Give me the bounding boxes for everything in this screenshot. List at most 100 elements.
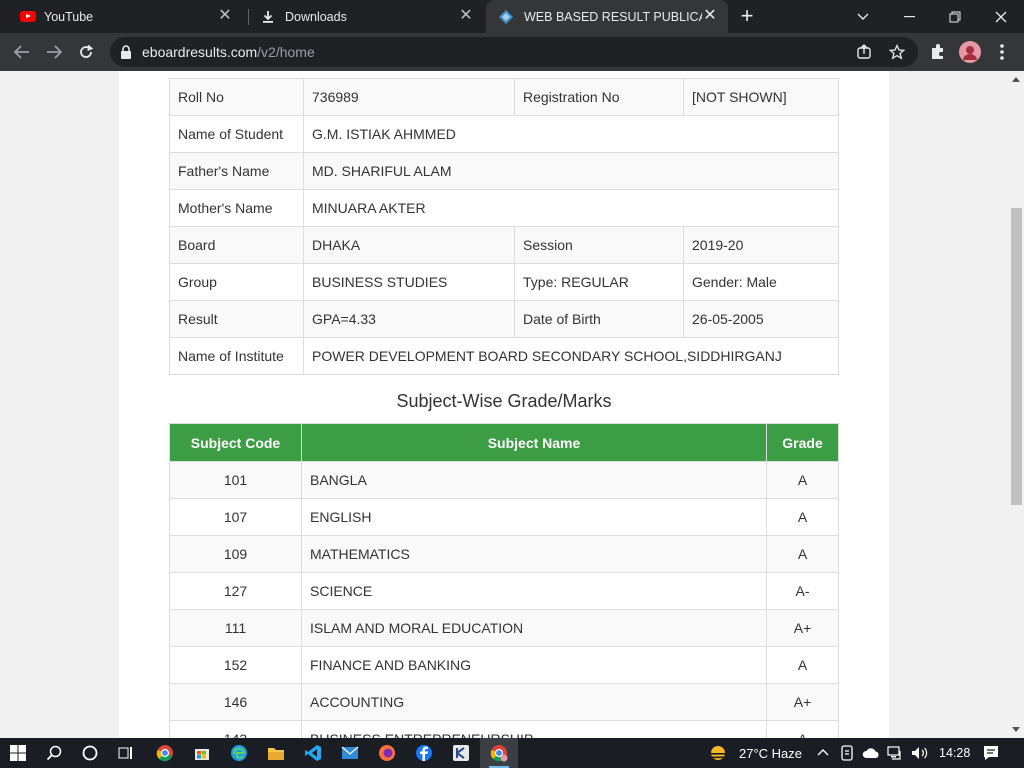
value-gender: Gender: Male <box>683 263 839 301</box>
taskbar-vscode[interactable] <box>303 743 323 763</box>
chrome-icon <box>156 745 173 762</box>
browser-toolbar: eboardresults.com/v2/home <box>0 33 1024 71</box>
subject-code-cell: 127 <box>169 572 302 610</box>
label-group: Group <box>169 263 304 301</box>
weather-text[interactable]: 27°C Haze <box>739 746 802 761</box>
close-tab-icon[interactable]: ✕ <box>458 8 474 24</box>
close-tab-icon[interactable]: ✕ <box>217 8 233 24</box>
youtube-icon <box>20 11 36 22</box>
search-icon <box>46 745 62 761</box>
subject-code-cell: 152 <box>169 646 302 684</box>
share-icon[interactable] <box>856 44 872 60</box>
task-view-button[interactable] <box>116 743 136 763</box>
tab-downloads[interactable]: Downloads ✕ <box>249 0 484 33</box>
search-button[interactable] <box>44 743 64 763</box>
taskbar-facebook[interactable] <box>414 743 434 763</box>
new-tab-button[interactable]: + <box>736 5 758 28</box>
app-icon <box>453 745 469 761</box>
taskbar-app[interactable] <box>451 743 471 763</box>
table-row: 152 FINANCE AND BANKING A <box>169 646 839 684</box>
table-row: Name of Institute POWER DEVELOPMENT BOAR… <box>169 337 839 375</box>
table-row: Roll No 736989 Registration No [NOT SHOW… <box>169 78 839 116</box>
scrollbar-thumb[interactable] <box>1011 208 1022 505</box>
clock-time[interactable]: 14:28 <box>939 746 970 760</box>
store-icon <box>195 749 209 760</box>
cortana-button[interactable] <box>80 743 100 763</box>
value-date-of-birth: 26-05-2005 <box>683 300 839 338</box>
windows-logo-icon <box>10 745 26 761</box>
taskbar-file-explorer[interactable] <box>266 743 286 763</box>
scroll-up-arrow[interactable] <box>1012 77 1020 82</box>
taskbar-mail[interactable] <box>340 743 360 763</box>
pen-workspace-icon[interactable] <box>840 745 854 761</box>
subject-code-cell: 107 <box>169 498 302 536</box>
more-menu-icon[interactable] <box>994 43 1010 61</box>
grade-cell: A <box>766 498 839 536</box>
taskbar-store[interactable] <box>192 743 212 763</box>
reload-button[interactable] <box>75 41 97 63</box>
subject-code-cell: 111 <box>169 609 302 647</box>
table-row: 143BUSINESS ENTREPRENEURSHIPA <box>169 720 839 738</box>
label-board: Board <box>169 226 304 264</box>
label-student-name: Name of Student <box>169 115 304 153</box>
onedrive-cloud-icon[interactable] <box>862 747 880 759</box>
taskbar-firefox[interactable] <box>377 743 397 763</box>
page-scrollbar[interactable] <box>1009 71 1024 738</box>
network-icon[interactable] <box>887 746 903 760</box>
tab-title: YouTube <box>44 9 94 24</box>
taskbar-chrome-active[interactable] <box>480 738 518 768</box>
weather-haze-icon[interactable] <box>708 744 728 762</box>
volume-icon[interactable] <box>911 746 929 760</box>
value-registration-no: [NOT SHOWN] <box>683 78 839 116</box>
tab-youtube[interactable]: YouTube ✕ <box>8 0 243 33</box>
taskbar-chrome[interactable] <box>155 743 175 763</box>
notifications-icon[interactable] <box>983 745 999 761</box>
scroll-down-arrow[interactable] <box>1012 727 1020 732</box>
taskbar-edge[interactable] <box>229 743 249 763</box>
extensions-puzzle-icon[interactable] <box>929 43 947 61</box>
value-institute: POWER DEVELOPMENT BOARD SECONDARY SCHOOL… <box>303 337 839 375</box>
grade-cell: A <box>766 720 839 738</box>
subject-name-cell: BANGLA <box>301 461 767 499</box>
chrome-profile-icon <box>490 745 508 762</box>
tab-result-publication[interactable]: WEB BASED RESULT PUBLICATION ✕ <box>486 0 728 33</box>
site-favicon <box>499 9 513 24</box>
url-host: eboardresults.com <box>142 44 258 60</box>
close-tab-icon[interactable]: ✕ <box>702 8 718 24</box>
tab-title: WEB BASED RESULT PUBLICATION <box>524 9 702 24</box>
label-father-name: Father's Name <box>169 152 304 190</box>
subject-name-cell: ACCOUNTING <box>301 683 767 721</box>
back-button[interactable] <box>11 41 33 63</box>
subject-name-cell: MATHEMATICS <box>301 535 767 573</box>
firefox-icon <box>379 745 395 761</box>
subject-name-cell: ISLAM AND MORAL EDUCATION <box>301 609 767 647</box>
grade-cell: A- <box>766 572 839 610</box>
grade-cell: A <box>766 646 839 684</box>
restore-button[interactable] <box>932 0 978 33</box>
table-row: Result GPA=4.33 Date of Birth 26-05-2005 <box>169 300 839 338</box>
table-row: 146 ACCOUNTING A+ <box>169 683 839 721</box>
start-button[interactable] <box>8 743 28 763</box>
subject-name-cell: BUSINESS ENTREPRENEURSHIP <box>301 720 767 738</box>
subject-code-cell: 101 <box>169 461 302 499</box>
header-subject-code: Subject Code <box>169 423 302 462</box>
url-text[interactable]: eboardresults.com/v2/home <box>142 44 315 60</box>
lock-icon[interactable] <box>120 45 132 59</box>
minimize-button[interactable] <box>886 0 932 33</box>
bookmark-star-icon[interactable] <box>889 44 905 60</box>
address-bar[interactable]: eboardresults.com/v2/home <box>110 37 918 67</box>
label-registration-no: Registration No <box>514 78 684 116</box>
header-subject-name: Subject Name <box>301 423 767 462</box>
forward-button[interactable] <box>43 41 65 63</box>
profile-avatar[interactable] <box>959 41 981 63</box>
chevron-up-icon[interactable] <box>817 748 829 756</box>
table-row: Board DHAKA Session 2019-20 <box>169 226 839 264</box>
close-window-button[interactable] <box>978 0 1024 33</box>
table-row: 127 SCIENCE A- <box>169 572 839 610</box>
restore-icon <box>949 11 961 22</box>
label-session: Session <box>514 226 684 264</box>
label-institute: Name of Institute <box>169 337 304 375</box>
tab-search-button[interactable] <box>840 0 886 33</box>
table-row: Mother's Name MINUARA AKTER <box>169 189 839 227</box>
download-icon <box>263 10 273 23</box>
